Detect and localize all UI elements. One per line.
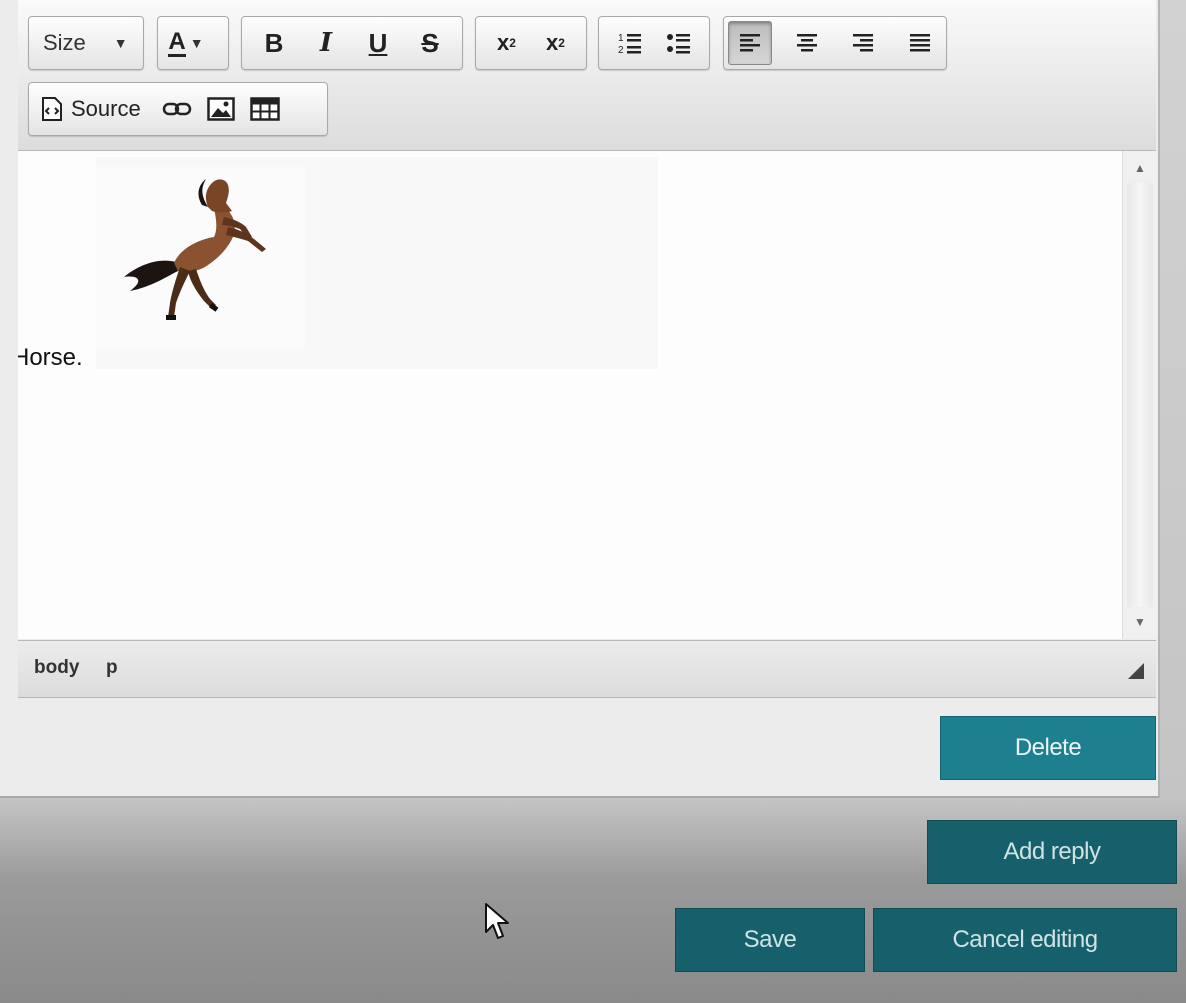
image-frame <box>96 157 658 369</box>
body-paragraph[interactable]: Horse. <box>18 344 83 372</box>
image-icon <box>206 97 235 121</box>
source-icon <box>42 97 62 121</box>
align-justify-button[interactable] <box>898 21 942 65</box>
align-center-icon <box>796 34 817 52</box>
font-color-button[interactable]: A ▼ <box>164 21 208 65</box>
superscript-mark: 2 <box>558 36 565 50</box>
svg-text:1: 1 <box>618 33 624 44</box>
subscript-button[interactable]: x2 <box>485 21 529 65</box>
font-color-group: A ▼ <box>157 16 229 70</box>
delete-button[interactable]: Delete <box>940 716 1156 780</box>
list-group: 1 2 <box>598 16 710 70</box>
insert-group: Source <box>28 82 328 136</box>
align-left-icon <box>740 34 760 52</box>
resize-handle-icon[interactable] <box>1128 663 1144 679</box>
superscript-button[interactable]: x2 <box>534 21 578 65</box>
editor-toolbar: Size ▼ A ▼ B I U S x2 x2 1 2 Source <box>18 0 1156 151</box>
italic-button[interactable]: I <box>304 21 348 65</box>
script-group: x2 x2 <box>475 16 587 70</box>
align-right-icon <box>853 34 874 52</box>
image-button[interactable] <box>199 87 243 131</box>
cancel-editing-button[interactable]: Cancel editing <box>873 908 1177 972</box>
font-color-icon: A <box>168 27 186 57</box>
editor-panel: Size ▼ A ▼ B I U S x2 x2 1 2 Source Hors… <box>0 0 1160 798</box>
numbered-list-icon: 1 2 <box>618 33 641 56</box>
scroll-up-icon[interactable]: ▲ <box>1123 153 1157 183</box>
numbered-list-button[interactable]: 1 2 <box>608 21 652 65</box>
align-right-button[interactable] <box>841 21 885 65</box>
align-left-button[interactable] <box>728 21 772 65</box>
chevron-down-icon: ▼ <box>113 35 128 51</box>
source-button[interactable]: Source <box>35 87 147 131</box>
save-button[interactable]: Save <box>675 908 865 972</box>
table-icon <box>249 97 280 121</box>
size-label: Size <box>43 30 86 55</box>
basic-styles-group: B I U S <box>241 16 463 70</box>
size-combo[interactable]: Size ▼ <box>28 16 144 70</box>
scrollbar-track[interactable] <box>1127 183 1153 607</box>
horse-image[interactable] <box>96 167 306 347</box>
element-path-bar: body p <box>18 640 1156 698</box>
underline-button[interactable]: U <box>356 21 400 65</box>
svg-text:2: 2 <box>618 45 624 56</box>
bold-button[interactable]: B <box>252 21 296 65</box>
superscript-icon: x <box>546 30 559 55</box>
alignment-group <box>723 16 947 70</box>
vertical-scrollbar[interactable]: ▲ ▼ <box>1122 151 1157 639</box>
align-justify-icon <box>909 34 930 52</box>
chevron-down-icon: ▼ <box>189 35 204 51</box>
link-button[interactable] <box>155 87 199 131</box>
table-button[interactable] <box>243 87 287 131</box>
link-icon <box>162 102 191 116</box>
scroll-down-icon[interactable]: ▼ <box>1123 607 1157 637</box>
align-center-button[interactable] <box>785 21 829 65</box>
subscript-mark: 2 <box>509 36 516 50</box>
path-item-p[interactable]: p <box>106 657 118 679</box>
subscript-icon: x <box>497 30 510 55</box>
mouse-cursor-icon <box>485 903 509 939</box>
add-reply-button[interactable]: Add reply <box>927 820 1177 884</box>
bulleted-list-button[interactable] <box>657 21 701 65</box>
bulleted-list-icon <box>666 34 690 54</box>
editor-content[interactable]: Horse. <box>18 151 1122 639</box>
source-label: Source <box>71 96 141 121</box>
strikethrough-button[interactable]: S <box>408 21 452 65</box>
path-item-body[interactable]: body <box>34 657 79 679</box>
horse-icon <box>124 179 266 320</box>
